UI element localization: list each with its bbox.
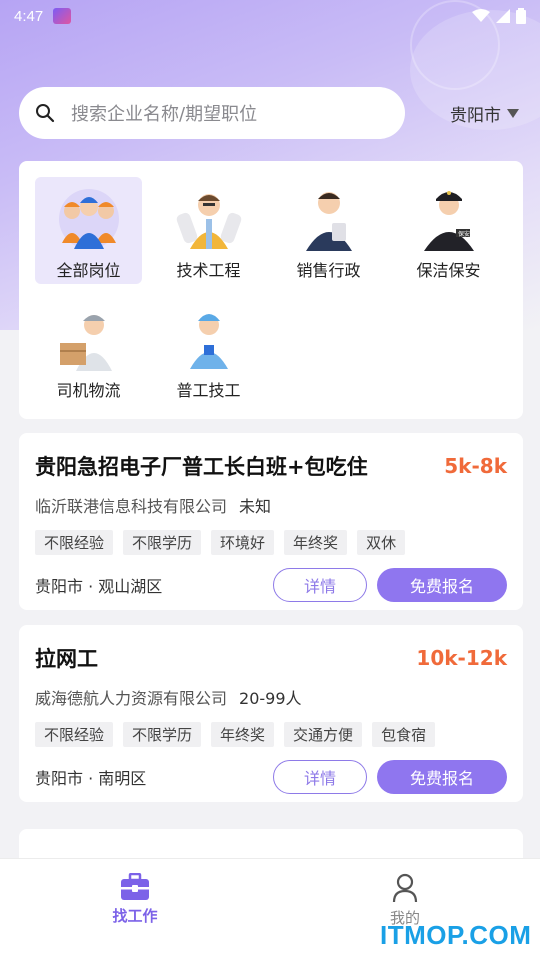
nav-label: 找工作 [112, 907, 158, 925]
search-row: 搜索企业名称/期望职位 贵阳市 [19, 87, 519, 139]
category-label: 销售行政 [296, 261, 361, 280]
search-icon [36, 104, 55, 123]
job-tag: 不限经验 [35, 530, 114, 555]
category-driver-logistics[interactable]: 司机物流 [35, 297, 142, 404]
battery-icon [516, 8, 526, 24]
job-tag: 交通方便 [284, 722, 363, 747]
category-all-jobs[interactable]: 全部岗位 [35, 177, 142, 284]
search-input[interactable]: 搜索企业名称/期望职位 [19, 87, 405, 139]
job-card[interactable]: 贵阳急招电子厂普工长白班+包吃住 5k-8k 临沂联港信息科技有限公司 未知 不… [19, 433, 523, 610]
apply-button[interactable]: 免费报名 [377, 760, 507, 794]
job-tag: 不限学历 [123, 722, 202, 747]
job-tag: 年终奖 [211, 722, 275, 747]
search-placeholder: 搜索企业名称/期望职位 [71, 104, 258, 125]
category-tech-engineering[interactable]: 技术工程 [155, 177, 262, 284]
job-card[interactable]: 拉网工 10k-12k 威海德航人力资源有限公司 20-99人 不限经验 不限学… [19, 625, 523, 802]
svg-text:保安: 保安 [458, 230, 470, 238]
job-tag: 双休 [357, 530, 406, 555]
job-tag: 不限学历 [123, 530, 202, 555]
job-tag: 年终奖 [284, 530, 348, 555]
city-label: 贵阳市 [450, 105, 501, 126]
company-name: 临沂联港信息科技有限公司 [35, 497, 228, 516]
category-label: 普工技工 [176, 381, 241, 400]
category-cleaning-security[interactable]: 保安 保洁保安 [395, 177, 502, 284]
category-label: 全部岗位 [56, 261, 121, 280]
city-selector[interactable]: 贵阳市 [450, 101, 519, 126]
engineer-icon [176, 194, 241, 249]
company-name: 威海德航人力资源有限公司 [35, 689, 228, 708]
category-label: 司机物流 [56, 381, 121, 400]
detail-button[interactable]: 详情 [273, 760, 367, 794]
security-guard-icon: 保安 [423, 191, 474, 251]
job-tags: 不限经验 不限学历 年终奖 交通方便 包食宿 [35, 722, 507, 747]
apply-button[interactable]: 免费报名 [377, 568, 507, 602]
signal-icon [496, 9, 510, 23]
job-salary: 5k-8k [444, 454, 507, 478]
detail-button[interactable]: 详情 [273, 568, 367, 602]
company-size: 20-99人 [239, 689, 302, 708]
courier-icon [59, 315, 112, 371]
watermark: ITMOP.COM [380, 920, 532, 950]
dropdown-triangle-icon [507, 108, 519, 118]
workers-group-icon [58, 189, 119, 249]
job-title: 拉网工 [35, 647, 98, 671]
person-icon [392, 873, 418, 903]
company-size: 未知 [239, 497, 272, 516]
job-tag: 不限经验 [35, 722, 114, 747]
briefcase-icon [120, 873, 150, 900]
category-sales-admin[interactable]: 销售行政 [275, 177, 382, 284]
job-tags: 不限经验 不限学历 环境好 年终奖 双休 [35, 530, 507, 555]
job-location: 贵阳市 · 观山湖区 [35, 577, 163, 596]
job-tag: 包食宿 [372, 722, 436, 747]
wifi-icon [472, 9, 490, 22]
category-label: 保洁保安 [416, 261, 481, 280]
status-bar: 4:47 [0, 0, 540, 32]
category-general-technician[interactable]: 普工技工 [155, 297, 262, 404]
job-tag: 环境好 [211, 530, 275, 555]
app-notification-icon [53, 8, 72, 24]
category-grid: 全部岗位 技术工程 销售行政 保安 保洁保安 司机物流 普工技工 [19, 161, 523, 419]
category-label: 技术工程 [176, 261, 241, 280]
technician-icon [189, 314, 228, 369]
job-location: 贵阳市 · 南明区 [35, 769, 147, 788]
job-salary: 10k-12k [416, 646, 507, 670]
job-title: 贵阳急招电子厂普工长白班+包吃住 [35, 455, 368, 479]
sales-suit-icon [305, 192, 352, 251]
status-time: 4:47 [14, 7, 44, 25]
nav-find-job[interactable]: 找工作 [0, 859, 270, 960]
